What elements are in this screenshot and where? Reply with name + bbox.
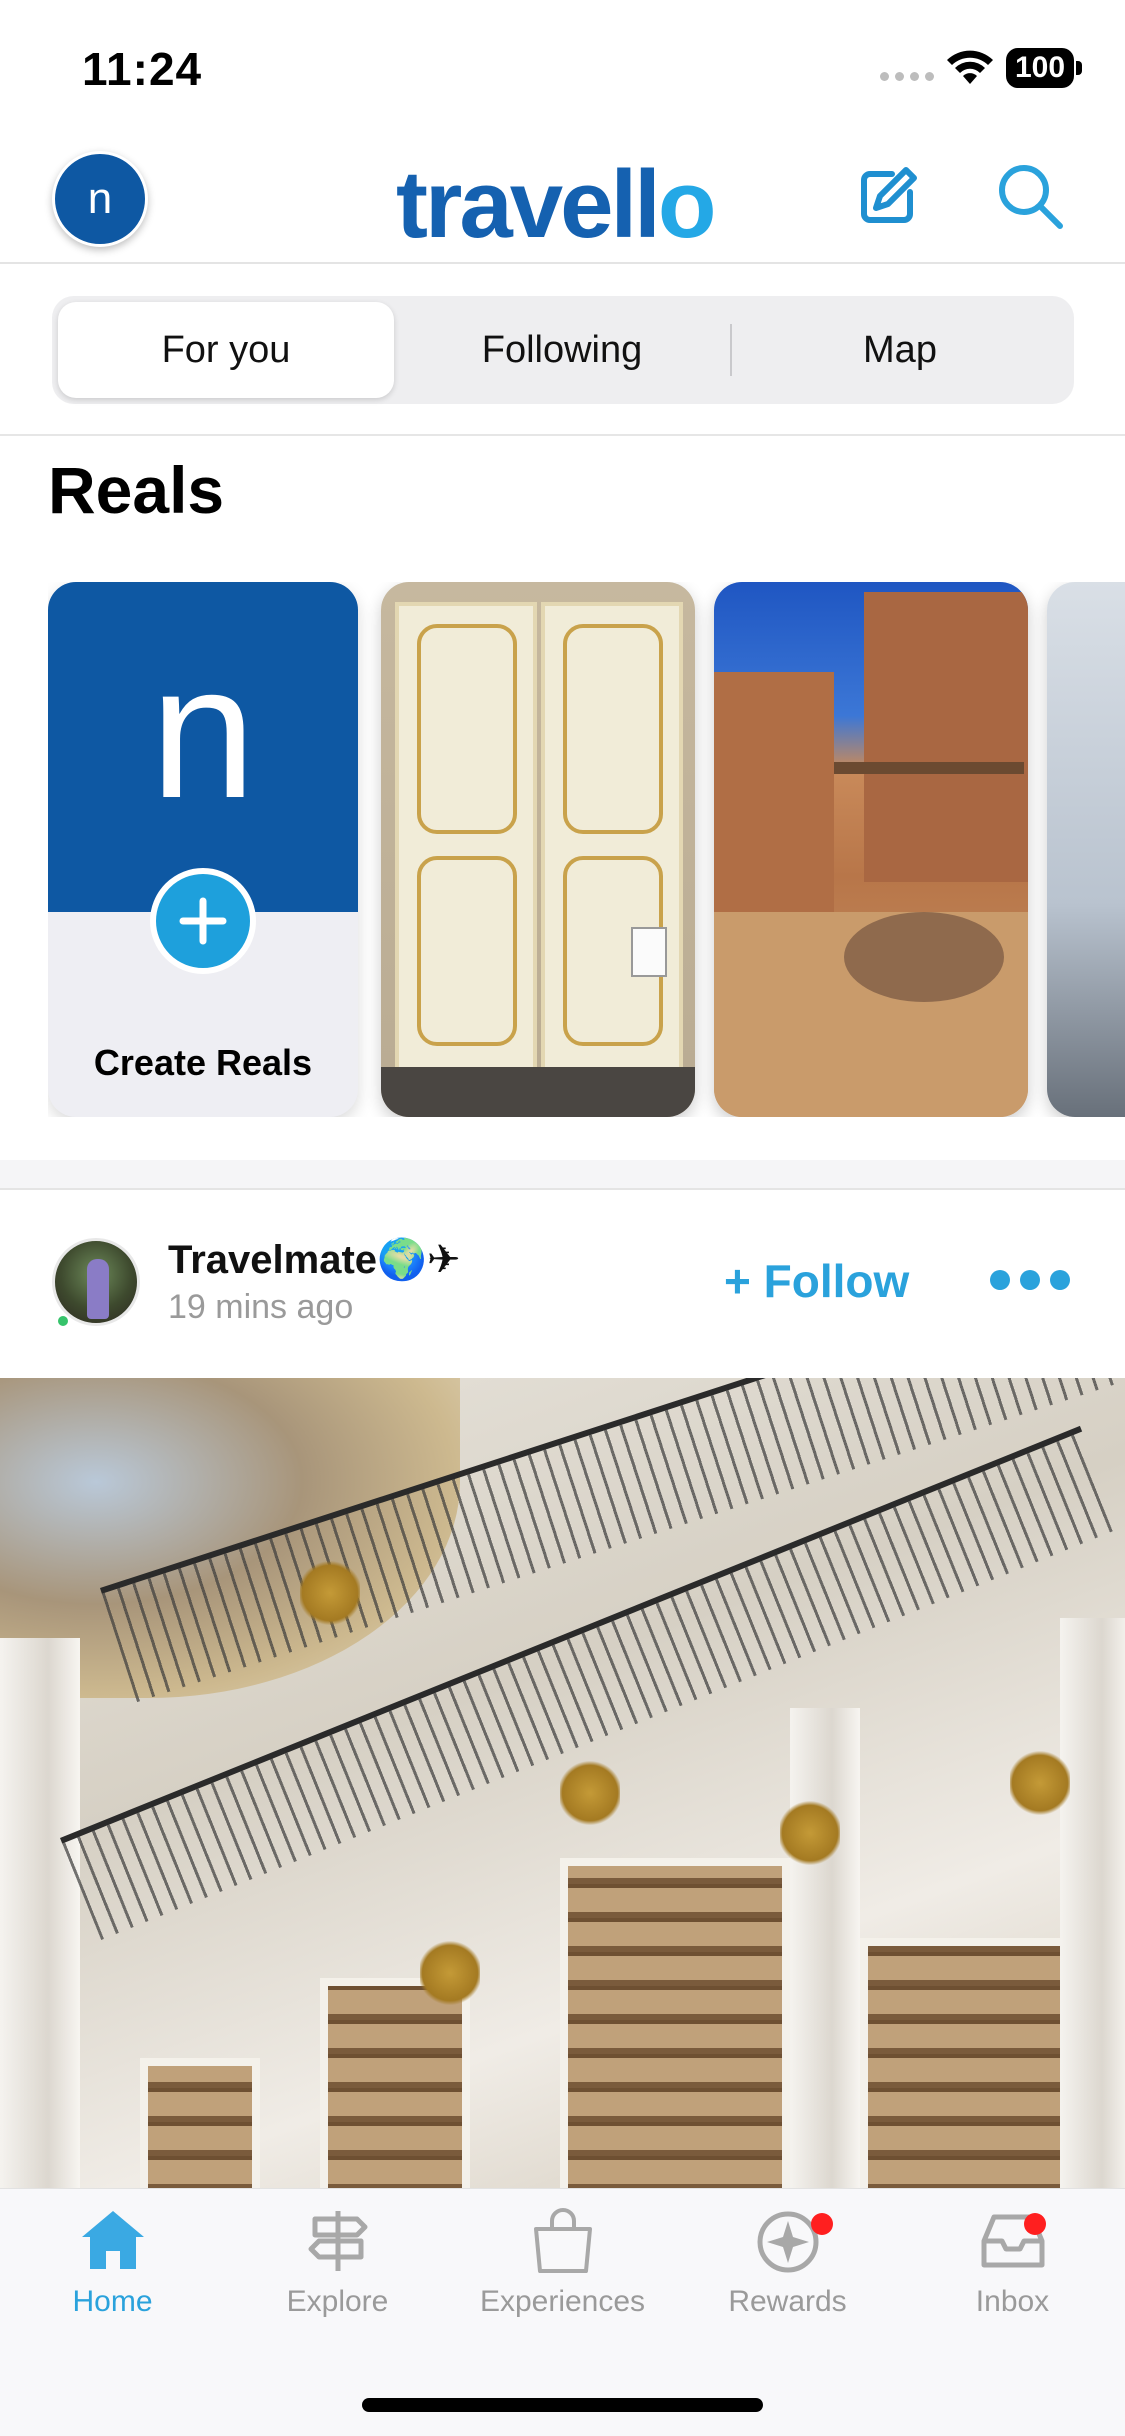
tab-for-you[interactable]: For you (58, 302, 394, 398)
create-reals-label: Create Reals (93, 1042, 313, 1083)
tab-inbox[interactable]: Inbox (900, 2207, 1125, 2357)
rewards-badge (811, 2213, 833, 2235)
post-author-avatar[interactable] (52, 1238, 140, 1326)
tab-explore[interactable]: Explore (225, 2207, 450, 2357)
tab-following[interactable]: Following (394, 302, 730, 398)
app-header: n travello (0, 132, 1125, 264)
bag-icon (533, 2208, 592, 2273)
create-reals-card[interactable]: n Create Reals (48, 582, 358, 1117)
create-reals-letter: n (150, 626, 256, 838)
post-image[interactable] (0, 1378, 1125, 2188)
tab-explore-label: Explore (286, 2285, 389, 2318)
tab-rewards[interactable]: Rewards (675, 2207, 900, 2357)
reals-carousel[interactable]: n Create Reals (48, 582, 1125, 1117)
tab-inbox-label: Inbox (975, 2285, 1050, 2318)
reals-title: Reals (48, 453, 225, 527)
tab-rewards-label: Rewards (728, 2285, 847, 2318)
follow-button[interactable]: + Follow (724, 1254, 909, 1308)
post-header: Travelmate🌍✈ 19 mins ago + Follow (0, 1192, 1125, 1378)
status-bar: 11:24 100 (0, 0, 1125, 132)
tab-experiences[interactable]: Experiences (450, 2207, 675, 2357)
plus-icon[interactable] (150, 868, 256, 974)
battery-level: 100 (1006, 48, 1074, 88)
profile-avatar[interactable]: n (52, 151, 148, 247)
logo-text: travell (396, 151, 661, 258)
header-divider (0, 434, 1125, 436)
travello-logo: travello (396, 151, 716, 258)
section-separator (0, 1160, 1125, 1190)
inbox-badge (1024, 2213, 1046, 2235)
wifi-icon (947, 50, 993, 84)
create-reals-avatar: n (48, 582, 358, 912)
tab-experiences-label: Experiences (479, 2285, 646, 2318)
home-indicator[interactable] (362, 2398, 763, 2412)
reals-thumbnail[interactable] (381, 582, 695, 1117)
tab-home-label: Home (72, 2285, 153, 2318)
battery-icon: 100 (1006, 48, 1082, 88)
compose-icon[interactable] (856, 164, 920, 228)
post-author-name[interactable]: Travelmate🌍✈ (168, 1236, 460, 1283)
tab-map[interactable]: Map (732, 302, 1068, 398)
status-time: 11:24 (82, 43, 203, 95)
signpost-icon (308, 2211, 367, 2271)
reals-thumbnail[interactable] (714, 582, 1028, 1117)
cellular-signal-icon (880, 72, 934, 81)
online-status-dot (56, 1314, 70, 1328)
more-options-icon[interactable] (990, 1270, 1070, 1290)
post-timestamp: 19 mins ago (168, 1288, 354, 1326)
home-icon (81, 2211, 144, 2269)
tab-home[interactable]: Home (0, 2207, 225, 2357)
reals-thumbnail[interactable] (1047, 582, 1125, 1117)
feed-tabs: For you Following Map (52, 296, 1074, 404)
search-icon[interactable] (994, 160, 1066, 232)
